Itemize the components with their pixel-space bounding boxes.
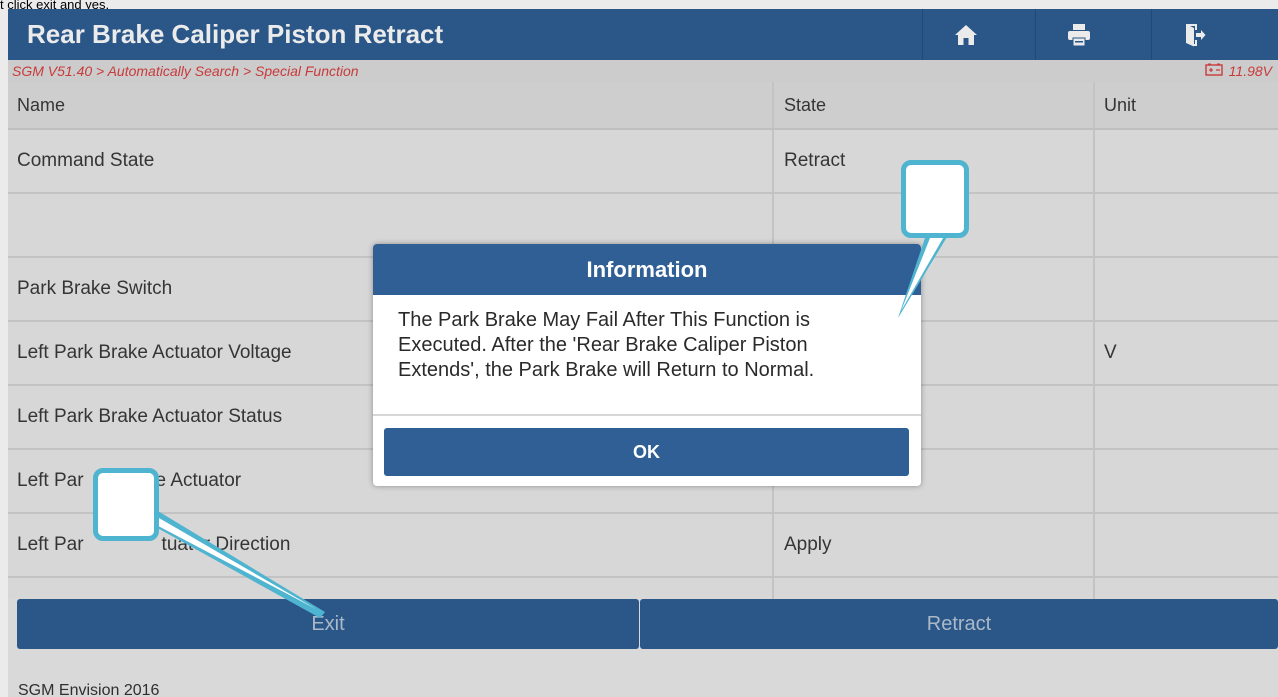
column-header-unit: Unit (1104, 94, 1137, 115)
information-dialog: Information The Park Brake May Fail Afte… (373, 244, 921, 486)
table-row: Right Park Brake Actuator Volt 12.00 V (8, 578, 1278, 599)
table-header: Name State Unit (8, 82, 1278, 130)
row-unit (1095, 194, 1278, 256)
row-name: Right Park Brake Actuator Volt (8, 578, 774, 599)
breadcrumb-bar: SGM V51.40 > Automatically Search > Spec… (8, 60, 1278, 82)
dialog-message: The Park Brake May Fail After This Funct… (398, 309, 815, 381)
table-row: Left Par tuator Direction Apply (8, 514, 1278, 578)
home-button[interactable] (922, 9, 1009, 60)
row-name-visible-start: Left Par (17, 534, 84, 555)
voltage-value: 11.98V (1228, 63, 1272, 79)
row-state: 12.00 (774, 578, 1095, 599)
retract-button[interactable]: Retract (640, 599, 1278, 649)
row-name-visible-end: tuator Direction (161, 534, 291, 555)
callout-marker-top (901, 160, 969, 238)
row-unit (1095, 130, 1278, 192)
row-state: Apply (774, 514, 1095, 576)
row-unit (1095, 450, 1278, 512)
page-title: Rear Brake Caliper Piston Retract (27, 19, 444, 49)
row-unit: V (1095, 578, 1278, 599)
exit-door-icon (1184, 23, 1206, 47)
print-icon (1067, 23, 1091, 47)
column-header-state: State (774, 82, 1095, 128)
row-name-visible-end: e Actuator (155, 470, 242, 491)
exit-app-button[interactable] (1151, 9, 1238, 60)
ok-button[interactable]: OK (384, 428, 909, 476)
row-unit (1095, 258, 1278, 320)
row-unit: V (1104, 342, 1117, 363)
row-name-visible-start: Left Par (17, 470, 84, 491)
row-unit (1095, 386, 1278, 448)
callout-marker-bottom (93, 468, 159, 541)
print-button[interactable] (1035, 9, 1122, 60)
row-name: Command State (8, 130, 774, 192)
action-bar: Exit Retract (17, 599, 1278, 649)
exit-button[interactable]: Exit (17, 599, 639, 649)
dialog-title: Information (373, 244, 921, 295)
column-header-name: Name (8, 82, 774, 128)
table-row: Command State Retract (8, 130, 1278, 194)
title-bar: Rear Brake Caliper Piston Retract (8, 9, 1278, 60)
breadcrumb: SGM V51.40 > Automatically Search > Spec… (12, 63, 359, 79)
battery-icon (1204, 60, 1223, 82)
row-unit (1095, 514, 1278, 576)
vehicle-info: SGM Envision 2016 (18, 682, 160, 697)
home-icon (954, 24, 978, 46)
dialog-divider (373, 414, 921, 416)
battery-voltage: 11.98V (1204, 60, 1272, 82)
